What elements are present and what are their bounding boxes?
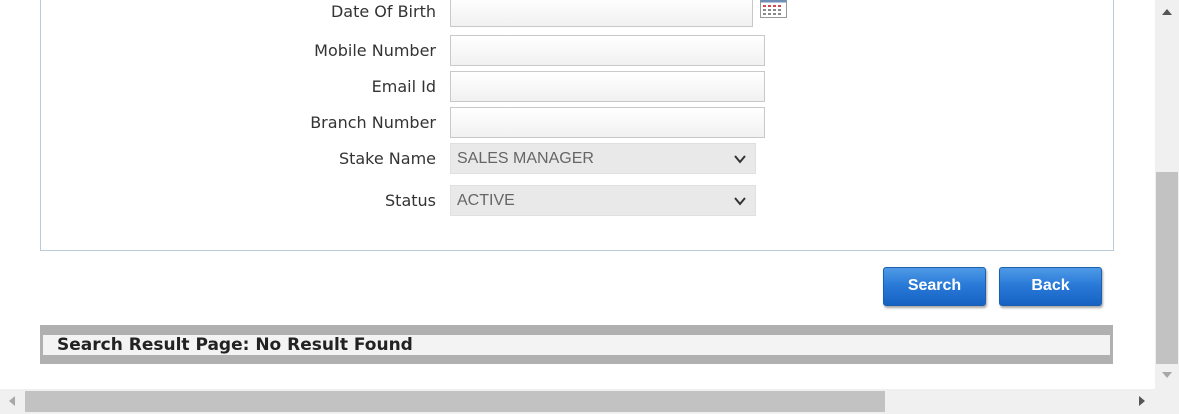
branch-number-input[interactable] [450,107,765,138]
scroll-down-arrow-icon[interactable] [1161,369,1173,381]
vertical-scrollbar[interactable] [1155,0,1179,389]
email-id-label: Email Id [371,77,436,96]
mobile-number-label: Mobile Number [314,41,436,60]
scroll-left-arrow-icon[interactable] [6,395,18,407]
calendar-icon[interactable] [760,0,787,18]
chevron-down-icon [734,155,746,164]
stake-name-select[interactable]: SALES MANAGER [450,143,756,174]
horizontal-scrollbar[interactable] [0,389,1155,414]
date-of-birth-input[interactable] [450,0,753,27]
email-id-input[interactable] [450,71,765,102]
status-value: ACTIVE [457,192,515,209]
back-button[interactable]: Back [999,267,1102,306]
status-select[interactable]: ACTIVE [450,185,756,216]
search-result-bar: Search Result Page: No Result Found [40,325,1113,364]
scrollbar-corner [1155,389,1179,414]
horizontal-scroll-thumb[interactable] [25,391,885,412]
stake-name-label: Stake Name [338,149,436,168]
branch-number-label: Branch Number [310,113,436,132]
mobile-number-input[interactable] [450,35,765,66]
stake-name-value: SALES MANAGER [457,150,594,167]
vertical-scroll-thumb[interactable] [1156,172,1178,364]
scroll-right-arrow-icon[interactable] [1136,395,1148,407]
scroll-up-arrow-icon[interactable] [1161,6,1173,18]
date-of-birth-label: Date Of Birth [330,2,436,21]
chevron-down-icon [734,197,746,206]
search-result-message: Search Result Page: No Result Found [57,335,413,355]
status-label: Status [385,191,436,210]
search-result-inner: Search Result Page: No Result Found [43,335,1110,355]
search-button[interactable]: Search [883,267,986,306]
